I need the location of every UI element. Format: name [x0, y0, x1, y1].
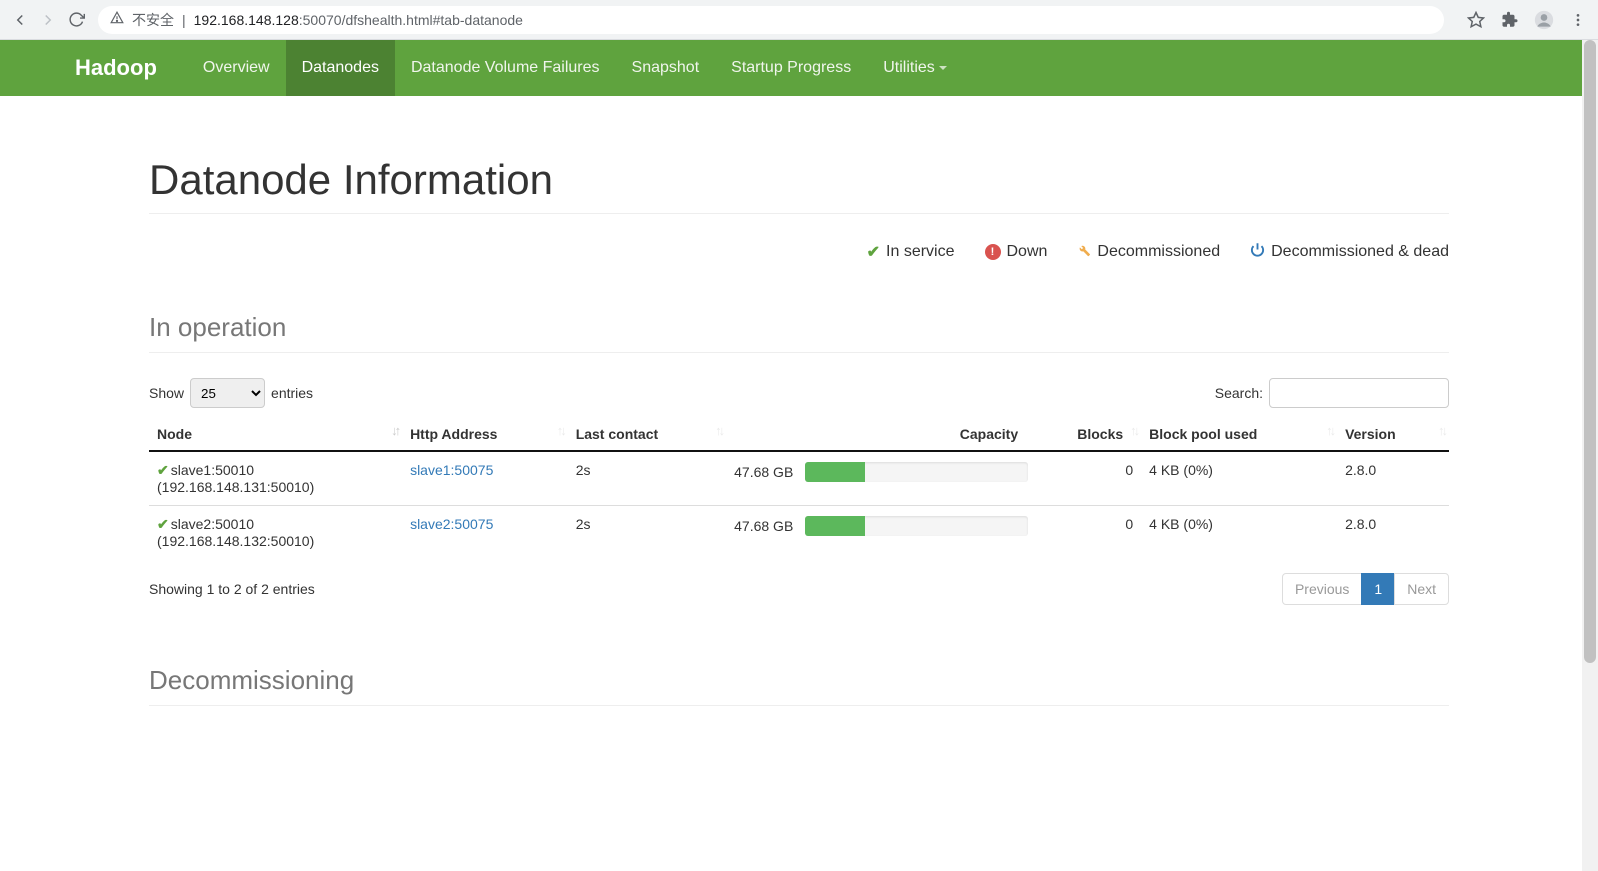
- col-http[interactable]: Http Address: [402, 418, 568, 451]
- page-previous[interactable]: Previous: [1283, 574, 1361, 604]
- check-icon: ✔: [157, 462, 169, 478]
- search-input[interactable]: [1269, 378, 1449, 408]
- length-select[interactable]: 25: [190, 378, 265, 408]
- insecure-label: 不安全: [132, 10, 174, 30]
- wrench-icon: [1077, 243, 1091, 262]
- legend-down: ! Down: [985, 242, 1048, 262]
- nav-snapshot[interactable]: Snapshot: [616, 40, 716, 96]
- capacity-bar: [805, 462, 1028, 482]
- cell-last-contact: 2s: [568, 451, 726, 506]
- length-control: Show 25 entries: [149, 378, 313, 408]
- pagination: Previous 1 Next: [1283, 573, 1449, 605]
- nav-datanode-volume-failures[interactable]: Datanode Volume Failures: [395, 40, 616, 96]
- navbar-nav: OverviewDatanodesDatanode Volume Failure…: [187, 40, 963, 96]
- capacity-bar: [805, 516, 1028, 536]
- cell-http: slave1:50075: [402, 451, 568, 506]
- page-next[interactable]: Next: [1395, 574, 1448, 604]
- page-header: Datanode Information: [149, 116, 1449, 214]
- reload-icon[interactable]: [66, 10, 86, 30]
- cell-capacity: 47.68 GB: [726, 451, 1036, 506]
- cell-blocks: 0: [1036, 506, 1141, 560]
- forward-icon[interactable]: [38, 10, 58, 30]
- cell-last-contact: 2s: [568, 506, 726, 560]
- cell-capacity: 47.68 GB: [726, 506, 1036, 560]
- cell-http: slave2:50075: [402, 506, 568, 560]
- chevron-down-icon: [939, 66, 947, 70]
- check-icon: ✔: [157, 516, 169, 532]
- brand[interactable]: Hadoop: [75, 40, 172, 96]
- url-bar[interactable]: 不安全 | 192.168.148.128:50070/dfshealth.ht…: [98, 6, 1444, 34]
- cell-block-pool: 4 KB (0%): [1141, 451, 1337, 506]
- nav-startup-progress[interactable]: Startup Progress: [715, 40, 867, 96]
- page-title: Datanode Information: [149, 156, 1449, 204]
- cell-node: ✔slave2:50010(192.168.148.132:50010): [149, 506, 402, 560]
- cell-version: 2.8.0: [1337, 506, 1449, 560]
- cell-node: ✔slave1:50010(192.168.148.131:50010): [149, 451, 402, 506]
- cell-block-pool: 4 KB (0%): [1141, 506, 1337, 560]
- scrollbar-thumb[interactable]: [1584, 40, 1596, 663]
- back-icon[interactable]: [10, 10, 30, 30]
- col-capacity[interactable]: Capacity: [726, 418, 1036, 451]
- power-icon: [1250, 242, 1265, 262]
- cell-version: 2.8.0: [1337, 451, 1449, 506]
- http-link[interactable]: slave1:50075: [410, 462, 493, 478]
- url-text: 192.168.148.128:50070/dfshealth.html#tab…: [194, 12, 523, 28]
- search-control: Search:: [1215, 378, 1449, 408]
- star-icon[interactable]: [1466, 10, 1486, 30]
- legend-decommissioned-dead: Decommissioned & dead: [1250, 242, 1449, 262]
- section-in-operation: In operation: [149, 312, 1449, 353]
- legend-decommissioned: Decommissioned: [1077, 242, 1220, 262]
- col-blocks[interactable]: Blocks: [1036, 418, 1141, 451]
- down-icon: !: [985, 244, 1001, 260]
- datanode-table: Node Http Address Last contact Capacity …: [149, 418, 1449, 559]
- section-decommissioning: Decommissioning: [149, 665, 1449, 706]
- legend: ✔ In service ! Down Decommissioned Decom…: [149, 234, 1449, 292]
- table-info: Showing 1 to 2 of 2 entries: [149, 581, 315, 597]
- scrollbar[interactable]: [1582, 40, 1598, 871]
- nav-datanodes[interactable]: Datanodes: [286, 40, 395, 96]
- col-version[interactable]: Version: [1337, 418, 1449, 451]
- page-1[interactable]: 1: [1362, 574, 1394, 604]
- profile-icon[interactable]: [1534, 10, 1554, 30]
- nav-overview[interactable]: Overview: [187, 40, 286, 96]
- check-icon: ✔: [867, 242, 880, 262]
- col-last-contact[interactable]: Last contact: [568, 418, 726, 451]
- menu-icon[interactable]: [1568, 10, 1588, 30]
- browser-chrome: 不安全 | 192.168.148.128:50070/dfshealth.ht…: [0, 0, 1598, 40]
- insecure-icon: [110, 11, 124, 28]
- col-block-pool[interactable]: Block pool used: [1141, 418, 1337, 451]
- extensions-icon[interactable]: [1500, 10, 1520, 30]
- table-row: ✔slave1:50010(192.168.148.131:50010) slav…: [149, 451, 1449, 506]
- legend-in-service: ✔ In service: [867, 242, 955, 262]
- main-navbar: Hadoop OverviewDatanodesDatanode Volume …: [0, 40, 1598, 96]
- table-row: ✔slave2:50010(192.168.148.132:50010) slav…: [149, 506, 1449, 560]
- http-link[interactable]: slave2:50075: [410, 516, 493, 532]
- nav-utilities[interactable]: Utilities: [867, 40, 963, 96]
- col-node[interactable]: Node: [149, 418, 402, 451]
- cell-blocks: 0: [1036, 451, 1141, 506]
